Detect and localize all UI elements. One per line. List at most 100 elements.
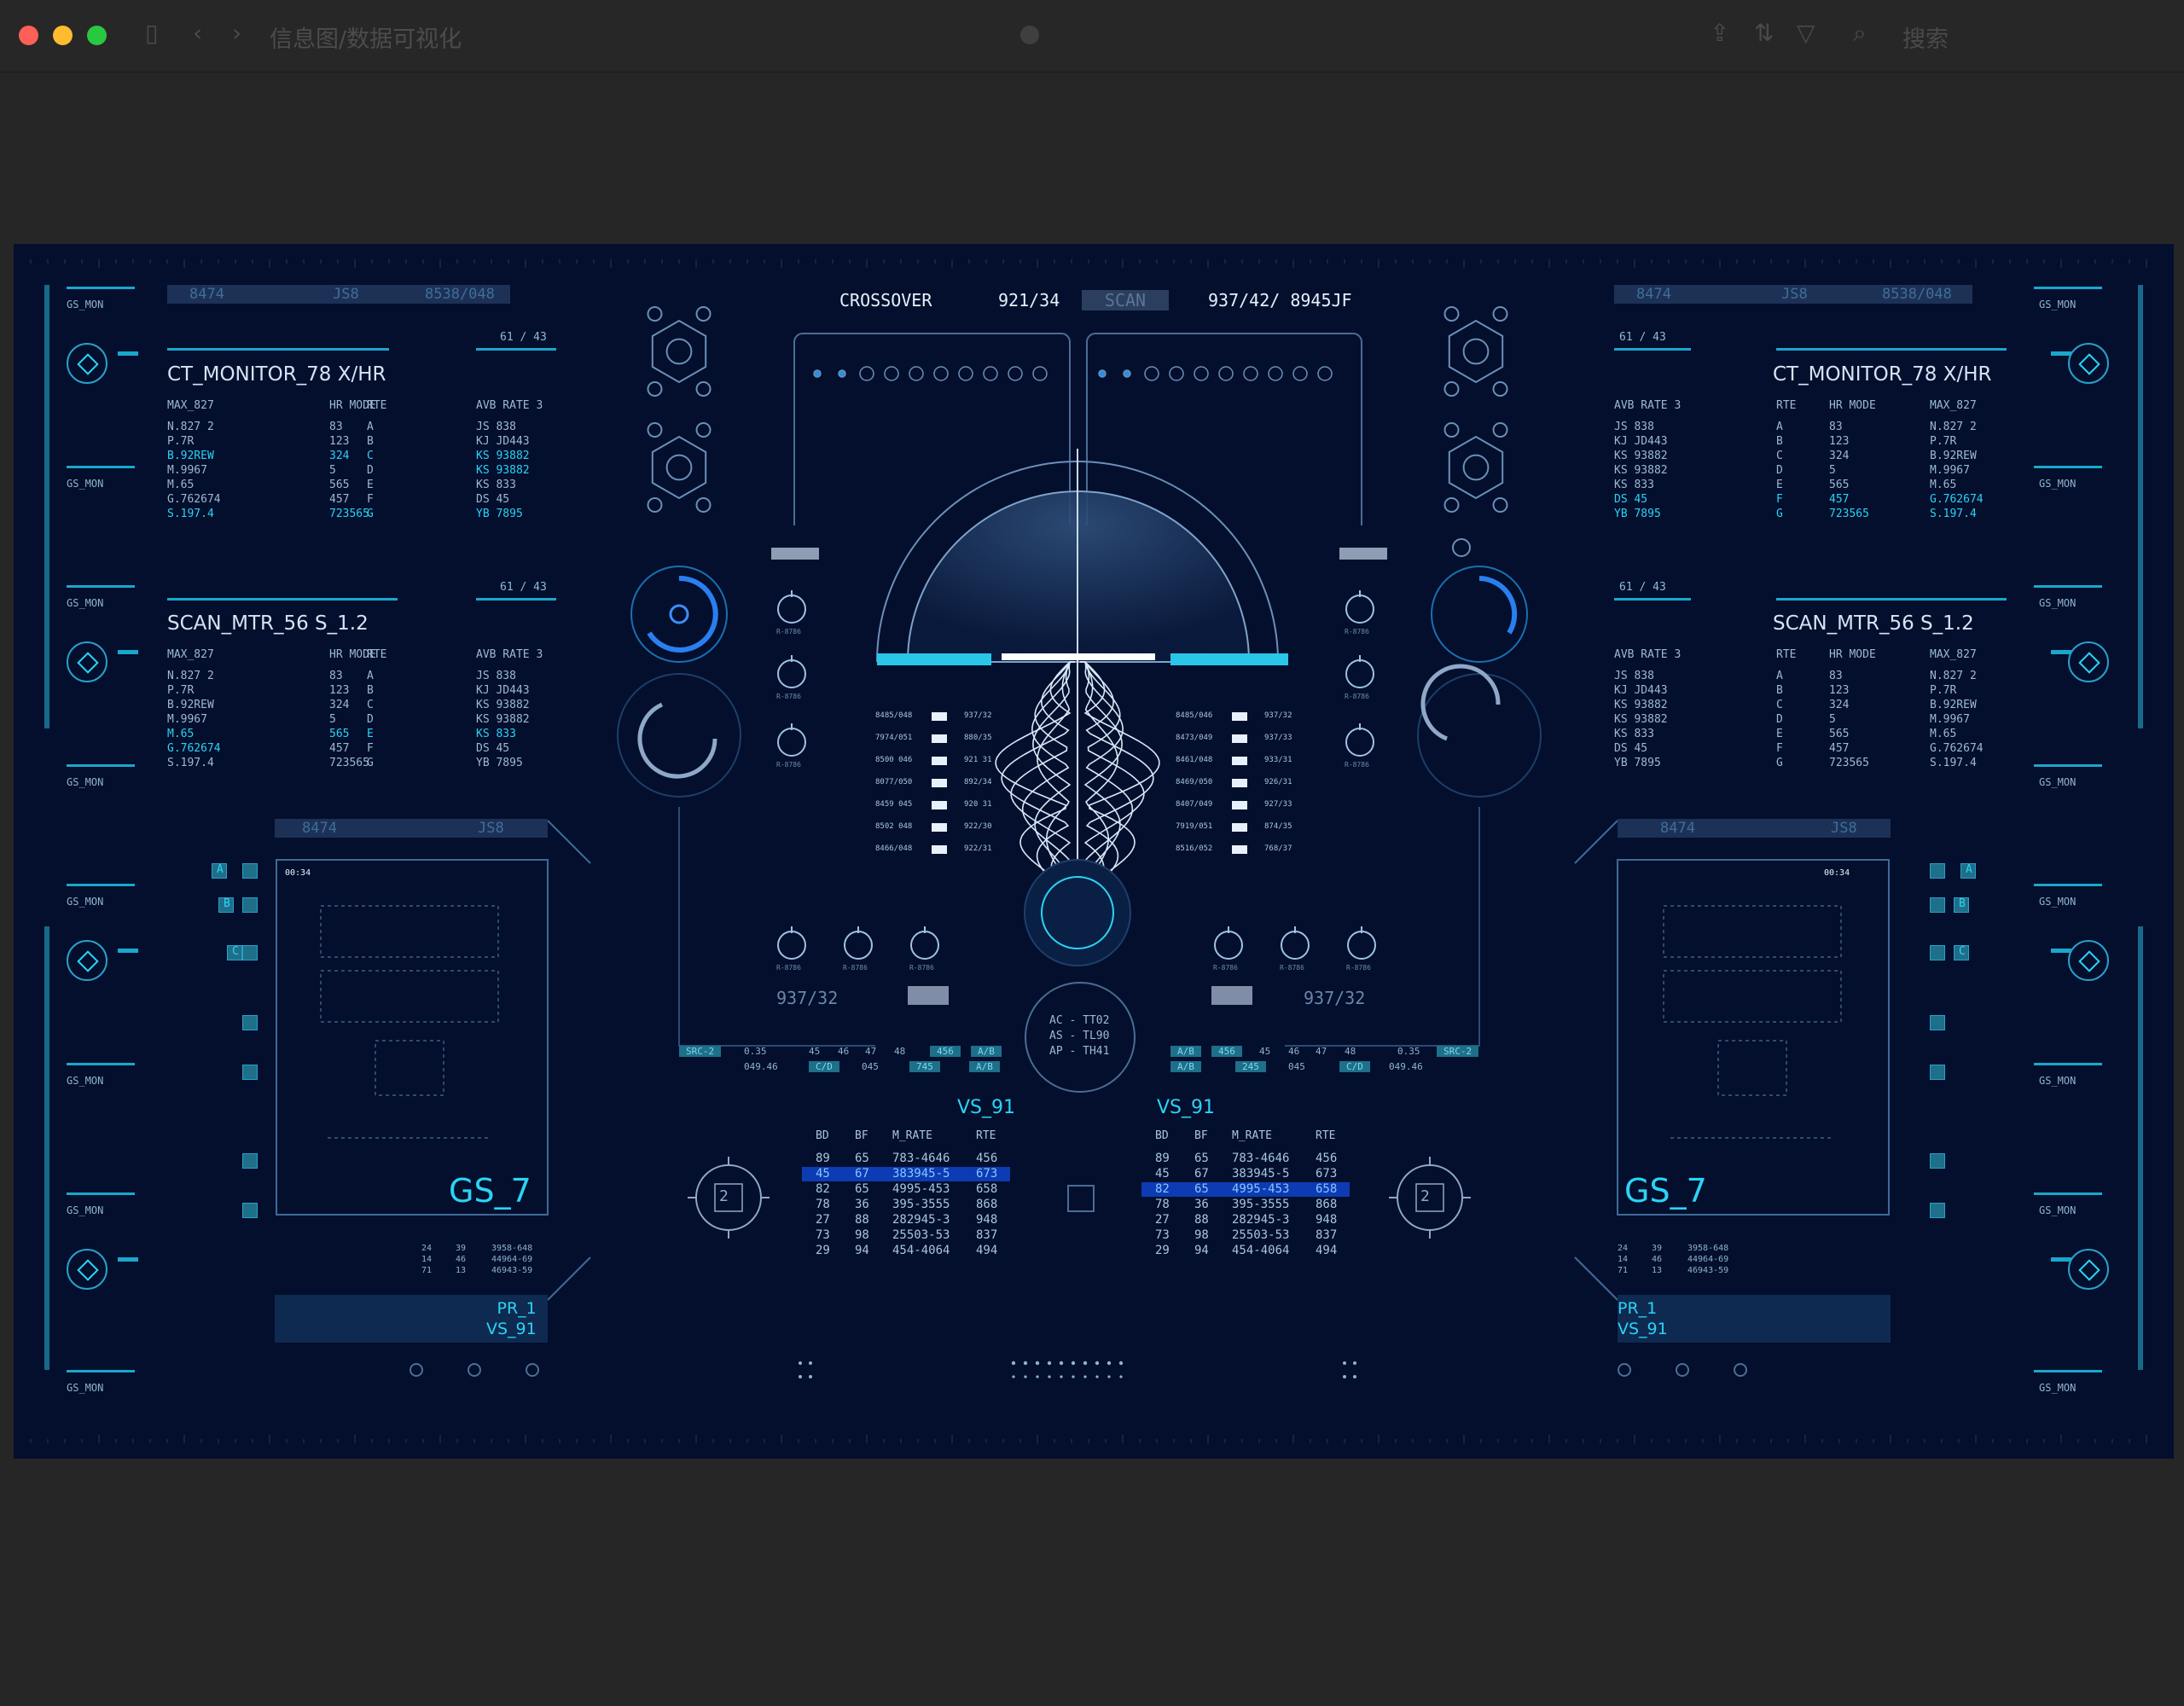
knob-label: R-8786 [1345, 628, 1369, 635]
table-cell: 29 [1155, 1244, 1170, 1257]
gs-mon-label: GS_MON [2039, 776, 2077, 788]
vs-column-header: RTE [976, 1129, 996, 1142]
side-toggle-square[interactable] [242, 1015, 258, 1030]
knob-label: R-8786 [776, 964, 801, 972]
gs-left-code-bar: 8474 JS8 [275, 819, 548, 838]
table-cell: 383945-5 [892, 1167, 950, 1181]
list-code: 7919/051 [1176, 822, 1213, 831]
side-toggle-square[interactable] [242, 945, 258, 960]
center-graphics [275, 306, 1891, 1378]
monitor-dial-icon[interactable] [67, 940, 107, 981]
side-toggle-square[interactable] [1930, 945, 1945, 960]
monitor-dial-icon[interactable] [2068, 1249, 2109, 1290]
list-indicator [1232, 823, 1247, 832]
list-indicator [932, 823, 947, 832]
dial-center-icon [2078, 652, 2100, 674]
dial-value-left: 2 [719, 1187, 729, 1205]
list-indicator [1232, 734, 1247, 743]
vs-column-header: BD [816, 1129, 829, 1142]
side-letter: C [1959, 945, 1966, 958]
side-toggle-square[interactable] [1930, 897, 1945, 913]
code-8474: 8474 [302, 820, 337, 837]
knob-label: R-8786 [1213, 964, 1238, 972]
side-toggle-square[interactable] [1930, 1153, 1945, 1169]
strip-value: 47 [1316, 1046, 1327, 1057]
filter-icon[interactable]: ▽ [1797, 19, 1815, 47]
vs-column-header: BF [1194, 1129, 1208, 1142]
dial-marker [118, 1257, 138, 1262]
list-value: 768/37 [1264, 844, 1292, 853]
strip-value: 745 [909, 1061, 940, 1072]
chevron-left-icon[interactable]: ‹ [193, 19, 202, 47]
table-cell: 88 [855, 1213, 869, 1227]
list-value: 874/35 [1264, 822, 1292, 831]
table-cell: 73 [816, 1228, 830, 1242]
knob-label: R-8786 [1345, 693, 1369, 700]
sidebar-toggle-icon[interactable]: ▯ [145, 19, 158, 47]
share-icon[interactable]: ⇪ [1710, 19, 1729, 47]
gs-mon-line [67, 287, 135, 289]
side-toggle-square[interactable] [1930, 1015, 1945, 1030]
dial-marker [2051, 351, 2071, 356]
sort-icon[interactable]: ⇅ [1754, 19, 1774, 47]
side-toggle-square[interactable] [242, 1065, 258, 1080]
strip-value: 456 [1211, 1046, 1242, 1057]
gs-mon-label: GS_MON [2039, 1075, 2077, 1087]
table-cell: 673 [1316, 1167, 1338, 1181]
gs-foot-cell: 14 [421, 1255, 433, 1264]
strip-value: 46 [1288, 1046, 1300, 1057]
knob-label: R-8786 [909, 964, 934, 972]
monitor-dial-icon[interactable] [2068, 940, 2109, 981]
vs-column-header: BF [855, 1129, 868, 1142]
gs-foot-cell: 44964-69 [1687, 1255, 1729, 1264]
monitor-dial-icon[interactable] [2068, 343, 2109, 384]
side-toggle-square[interactable] [242, 1203, 258, 1218]
monitor-dial-icon[interactable] [67, 641, 107, 682]
zoom-window-button[interactable] [87, 26, 107, 45]
table-cell: 395-3555 [892, 1198, 950, 1211]
minimize-window-button[interactable] [53, 26, 73, 45]
table-cell: 456 [976, 1152, 998, 1165]
side-toggle-square[interactable] [1930, 1065, 1945, 1080]
gs-foot-cell: 71 [1618, 1266, 1629, 1275]
list-code: 8469/050 [1176, 778, 1213, 786]
side-toggle-square[interactable] [242, 897, 258, 913]
side-toggle-square[interactable] [1930, 1203, 1945, 1218]
search-icon[interactable]: ⌕ [1853, 19, 1867, 48]
side-toggle-square[interactable] [1930, 863, 1945, 879]
dial-marker [2051, 1257, 2071, 1262]
monitor-dial-icon[interactable] [2068, 641, 2109, 682]
list-value: 937/32 [1264, 711, 1292, 720]
gs-mon-label: GS_MON [2039, 597, 2077, 609]
list-code: 8485/048 [875, 711, 913, 720]
center-code-right: 937/32 [1304, 988, 1366, 1008]
dial-center-icon [77, 652, 99, 674]
strip-value: 0.35 [744, 1046, 767, 1057]
side-letter: B [1959, 897, 1966, 910]
strip-value: 48 [1345, 1046, 1356, 1057]
gs-foot-cell: 71 [421, 1266, 433, 1275]
list-code: 8516/052 [1176, 844, 1213, 853]
side-toggle-square[interactable] [242, 863, 258, 879]
table-cell: 98 [1194, 1228, 1209, 1242]
table-cell: 4995-453 [892, 1182, 950, 1196]
vs-table-title: VS_91 [957, 1097, 1016, 1118]
dial-center-icon [77, 1259, 99, 1281]
gs-mon-label: GS_MON [2039, 1382, 2077, 1394]
table-cell: 658 [1316, 1182, 1338, 1196]
gs-mon-line [67, 884, 135, 886]
side-toggle-square[interactable] [242, 1153, 258, 1169]
search-input[interactable]: 搜索 [1902, 20, 1949, 54]
table-cell: 282945-3 [892, 1213, 950, 1227]
knob-label: R-8786 [843, 964, 868, 972]
chevron-right-icon[interactable]: › [232, 19, 241, 47]
monitor-dial-icon[interactable] [67, 1249, 107, 1290]
table-cell: 45 [1155, 1167, 1170, 1181]
right-rail-bar [2138, 285, 2143, 728]
list-value: 920 31 [964, 800, 992, 809]
close-window-button[interactable] [19, 26, 38, 45]
strip-value: 245 [1235, 1061, 1266, 1072]
strip-value: A/B [1170, 1046, 1201, 1057]
monitor-dial-icon[interactable] [67, 343, 107, 384]
gs7-label-left: GS_7 [449, 1172, 531, 1210]
